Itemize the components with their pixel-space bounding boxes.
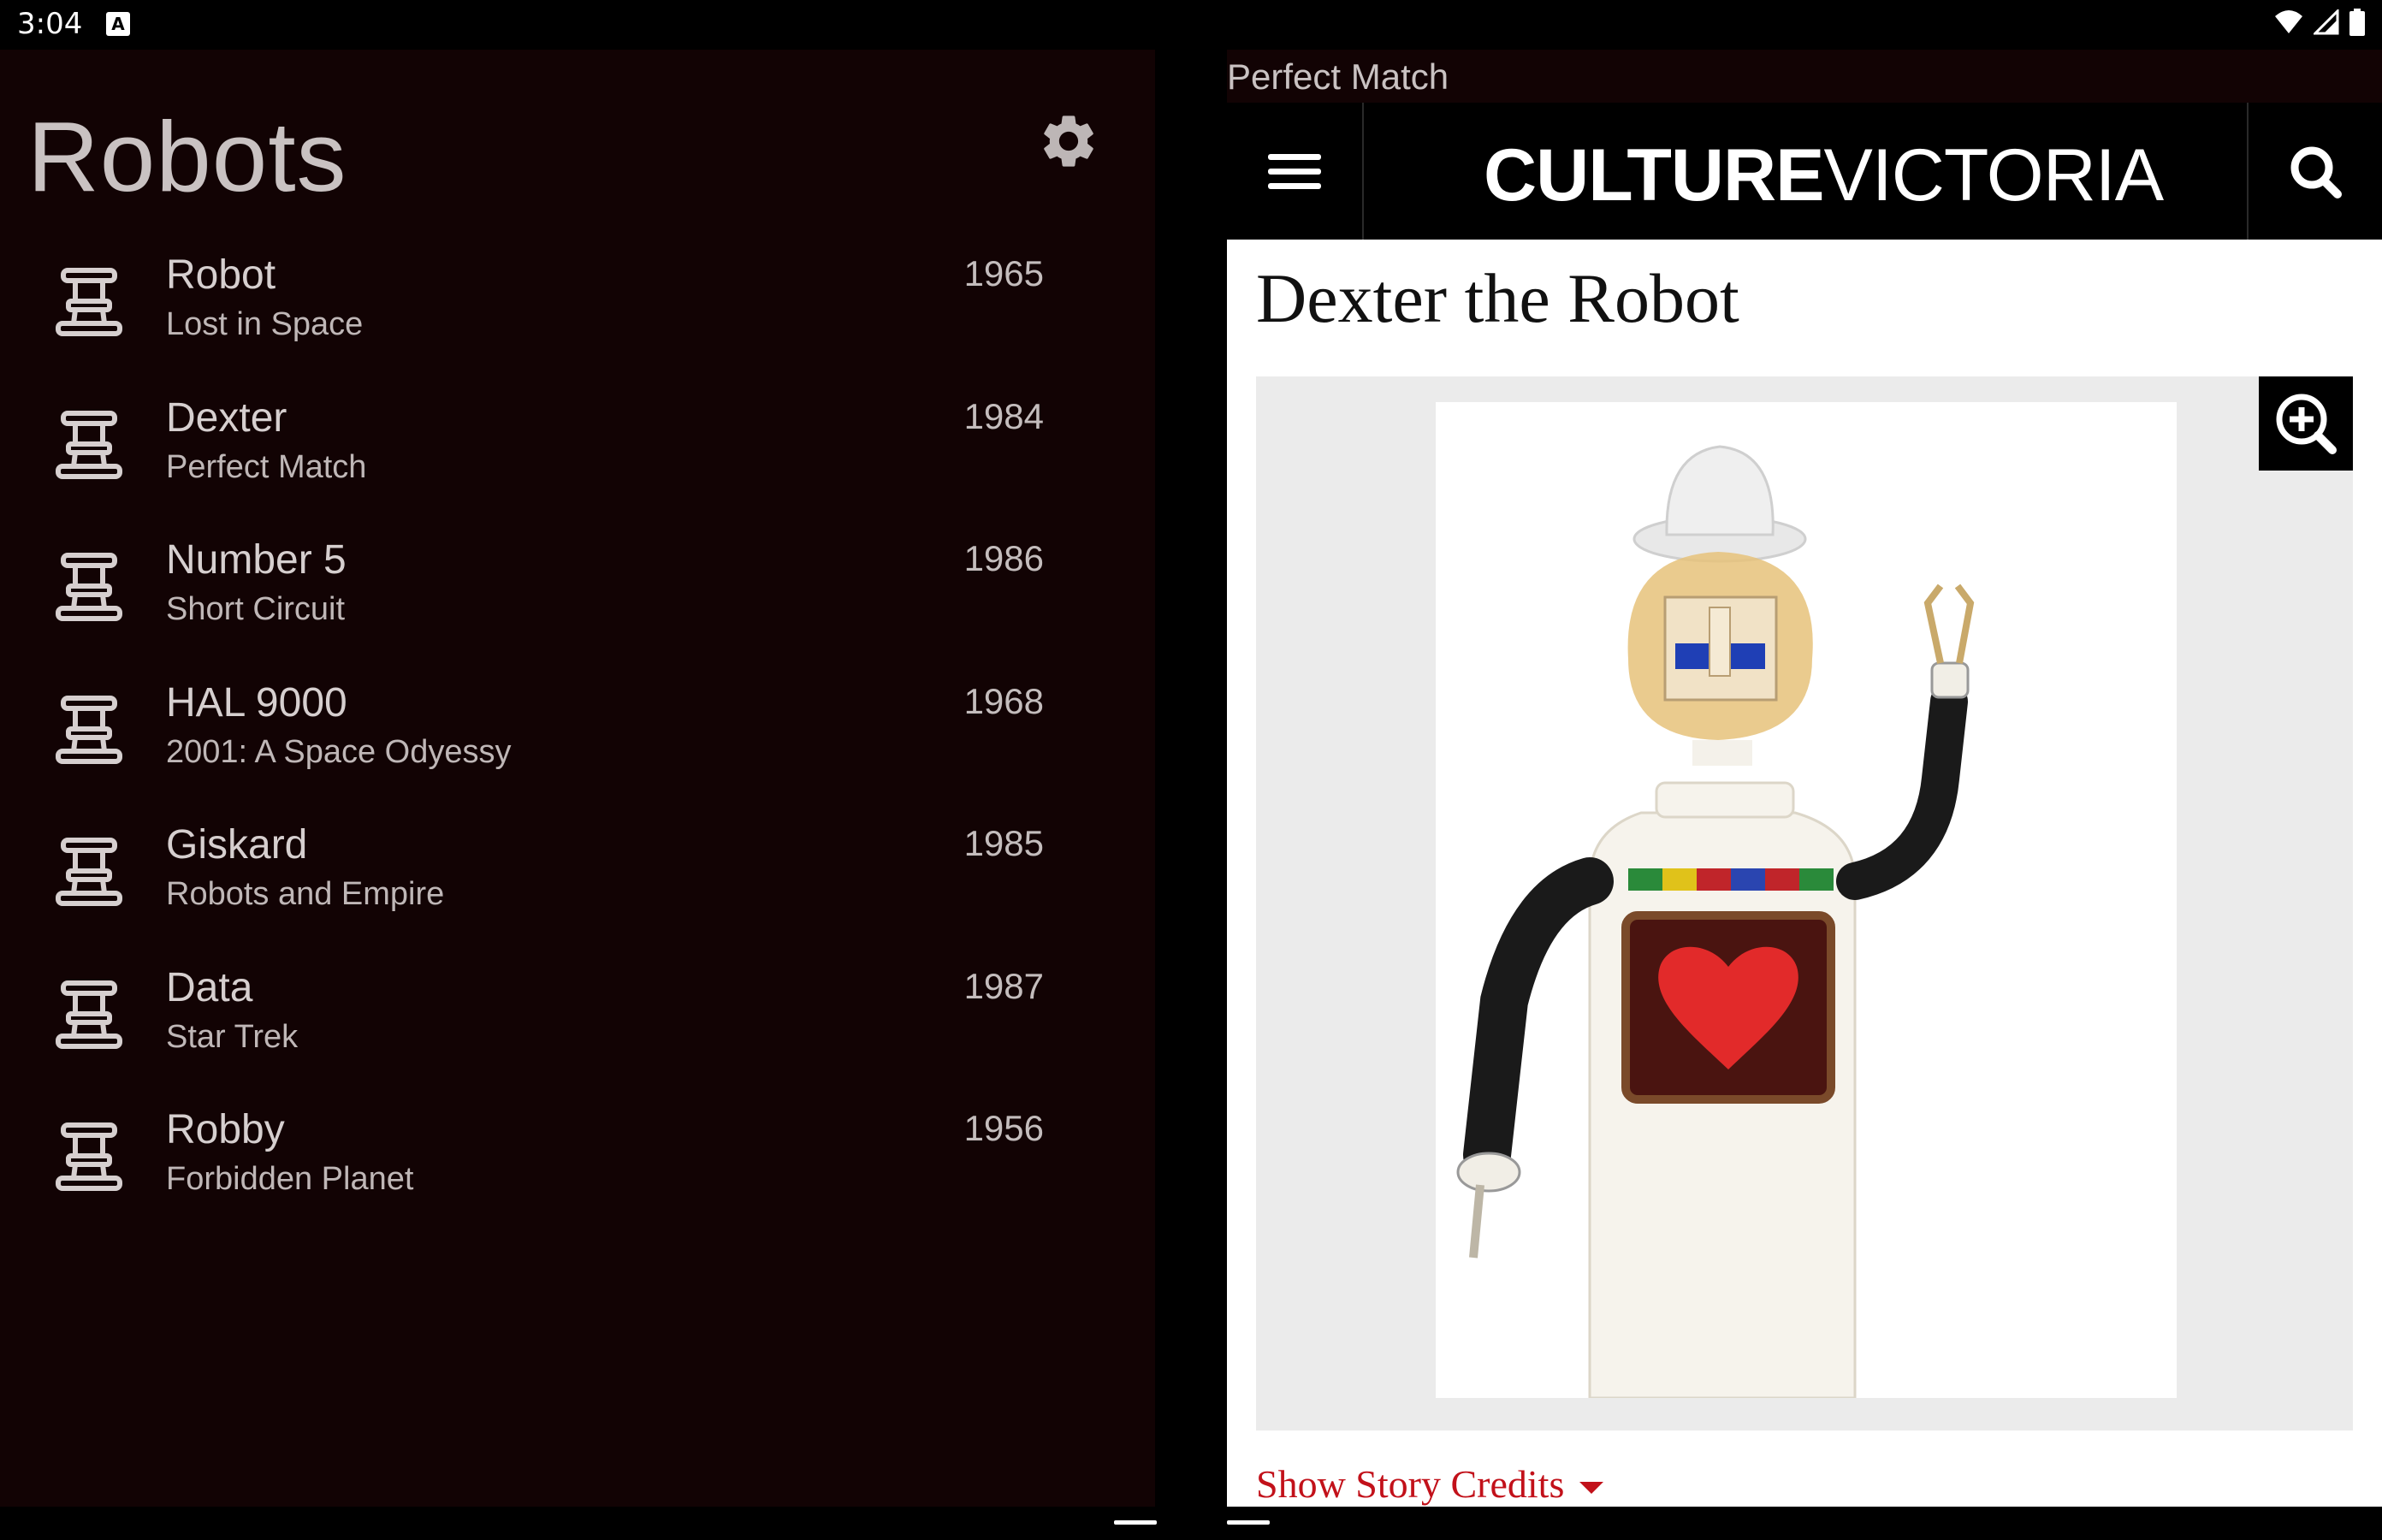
robot-list-item[interactable]: Data Star Trek 1987 — [0, 959, 1155, 1102]
robot-source: Short Circuit — [166, 591, 346, 627]
robot-icon — [55, 410, 123, 480]
robot-year: 1987 — [963, 965, 1044, 1006]
left-gesture-handle[interactable] — [1114, 1520, 1157, 1525]
web-pane: Perfect Match CULTUREVICTORIA Dexter the… — [1227, 50, 2382, 1507]
robot-list-item[interactable]: Dexter Perfect Match 1984 — [0, 389, 1155, 532]
robot-year: 1968 — [963, 680, 1044, 721]
search-icon — [2290, 146, 2342, 198]
article-image-frame — [1256, 376, 2353, 1430]
culture-victoria-logo[interactable]: CULTUREVICTORIA — [1484, 133, 2164, 218]
robots-app-pane: Robots Robot Lost in Space 1965 Dexter Perfe… — [0, 50, 1155, 1507]
app-title: Robots — [27, 101, 347, 212]
wifi-icon — [2275, 10, 2302, 33]
show-story-credits-link[interactable]: Show Story Credits — [1256, 1461, 1604, 1507]
robot-source: Robots and Empire — [166, 876, 445, 912]
signal-icon — [2314, 9, 2339, 35]
logo-light-text: VICTORIA — [1823, 134, 2164, 216]
robot-illustration — [1436, 402, 2177, 1400]
robot-icon — [55, 837, 123, 907]
robot-name: Dexter — [166, 394, 287, 441]
robot-name: Robby — [166, 1107, 285, 1152]
split-divider — [1155, 50, 1227, 1507]
notification-icon: A — [106, 12, 130, 36]
navigation-bar — [0, 1507, 2382, 1540]
robot-list-item[interactable]: Giskard Robots and Empire 1985 — [0, 816, 1155, 959]
robot-name: Number 5 — [166, 537, 347, 583]
robot-source: Perfect Match — [166, 448, 367, 485]
robot-source: 2001: A Space Odyessy — [166, 733, 512, 770]
zoom-button[interactable] — [2259, 376, 2353, 471]
robot-list-item[interactable]: Number 5 Short Circuit 1986 — [0, 531, 1155, 674]
robot-source: Forbidden Planet — [166, 1161, 414, 1197]
battery-icon — [2349, 9, 2365, 36]
robot-icon — [55, 552, 123, 622]
article-title: Dexter the Robot — [1256, 259, 1739, 337]
site-header: CULTUREVICTORIA — [1227, 103, 2382, 240]
robot-name: Robot — [166, 252, 276, 298]
robot-year: 1956 — [963, 1108, 1044, 1148]
robot-icon — [55, 980, 123, 1050]
robot-name: Data — [166, 964, 253, 1010]
search-button[interactable] — [2247, 103, 2382, 240]
hamburger-menu-icon — [1268, 154, 1321, 189]
clock: 3:04 — [17, 7, 83, 41]
robot-list-item[interactable]: Robot Lost in Space 1965 — [0, 246, 1155, 389]
system-icons — [2274, 9, 2365, 36]
settings-button[interactable] — [1037, 110, 1100, 173]
right-gesture-handle[interactable] — [1227, 1520, 1270, 1525]
robot-icon — [55, 1122, 123, 1192]
robot-source: Star Trek — [166, 1018, 299, 1055]
status-bar: 3:04 A — [0, 0, 2382, 50]
robot-list-item[interactable]: Robby Forbidden Planet 1956 — [0, 1101, 1155, 1244]
robot-year: 1965 — [963, 253, 1044, 293]
credits-label: Show Story Credits — [1256, 1462, 1565, 1506]
robot-year: 1984 — [963, 395, 1044, 436]
robot-year: 1986 — [963, 538, 1044, 578]
robot-source: Lost in Space — [166, 306, 364, 342]
logo-bold-text: CULTURE — [1484, 134, 1824, 216]
menu-button[interactable] — [1227, 103, 1364, 240]
gear-icon — [1044, 116, 1093, 167]
robot-name: Giskard — [166, 822, 308, 868]
web-title-bar: Perfect Match — [1227, 50, 2382, 103]
zoom-in-icon — [2276, 394, 2337, 454]
dexter-robot-photo[interactable] — [1436, 402, 2177, 1400]
robot-name: HAL 9000 — [166, 679, 347, 726]
robot-list-item[interactable]: HAL 9000 2001: A Space Odyessy 1968 — [0, 674, 1155, 817]
web-window-title: Perfect Match — [1227, 56, 1449, 97]
robot-icon — [55, 695, 123, 765]
caret-down-icon — [1579, 1482, 1604, 1495]
robot-list: Robot Lost in Space 1965 Dexter Perfect Matc… — [0, 246, 1155, 1244]
robot-icon — [55, 267, 123, 337]
robot-year: 1985 — [963, 823, 1044, 863]
